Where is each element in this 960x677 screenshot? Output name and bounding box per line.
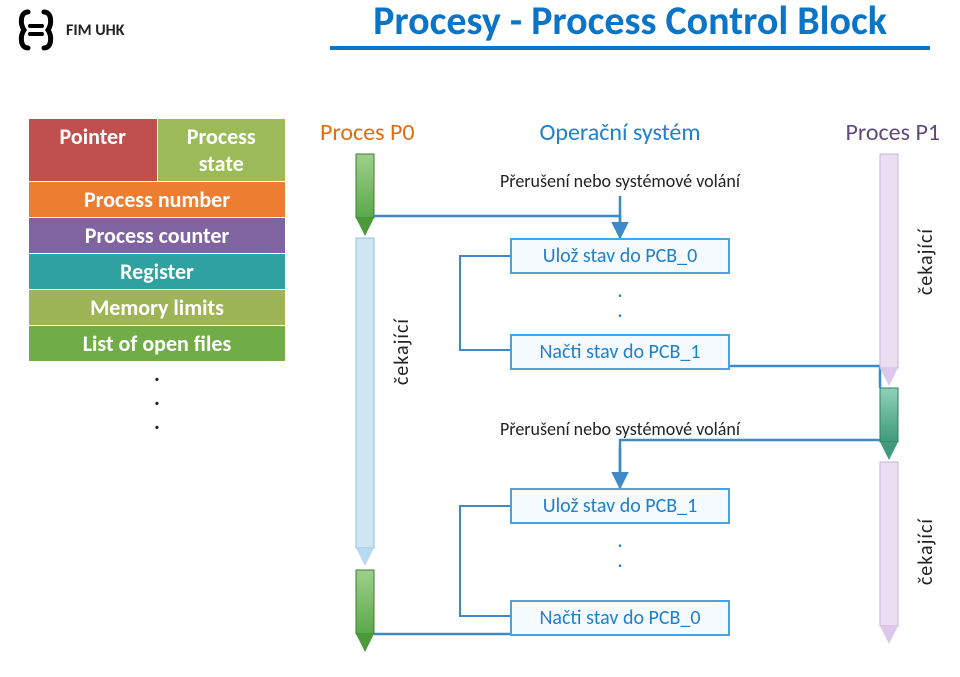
pcb-pointer: Pointer: [29, 119, 158, 181]
pcb-counter: Process counter: [29, 218, 285, 253]
pcb-memory: Memory limits: [29, 290, 285, 325]
waiting-p1-lower: čekající: [914, 518, 938, 585]
pcb-number: Process number: [29, 182, 285, 217]
waiting-p1-upper: čekající: [914, 228, 938, 295]
logo-icon: [14, 8, 58, 52]
interrupt-label-2: Přerušení nebo systémové volání: [480, 418, 760, 440]
os-dots-1: . .: [510, 280, 730, 320]
waiting-p0: čekající: [390, 318, 414, 385]
step-load-pcb0: Načti stav do PCB_0: [510, 600, 730, 636]
pcb-files: List of open files: [29, 326, 285, 361]
step-load-pcb1: Načti stav do PCB_1: [510, 334, 730, 370]
step-save-pcb1: Ulož stav do PCB_1: [510, 488, 730, 524]
page-title: Procesy - Process Control Block: [330, 0, 930, 56]
pcb-dots: . . .: [28, 362, 286, 435]
interrupt-label-1: Přerušení nebo systémové volání: [480, 170, 760, 192]
step-save-pcb0: Ulož stav do PCB_0: [510, 238, 730, 274]
context-switch-diagram: Proces P0 Operační systém Proces P1: [320, 118, 940, 648]
pcb-register: Register: [29, 254, 285, 289]
logo-text: FIM UHK: [66, 21, 125, 40]
os-dots-2: . .: [510, 530, 730, 570]
pcb-state: Process state: [158, 119, 286, 181]
logo: FIM UHK: [14, 8, 125, 52]
pcb-table: Pointer Process state Process number Pro…: [28, 118, 286, 435]
